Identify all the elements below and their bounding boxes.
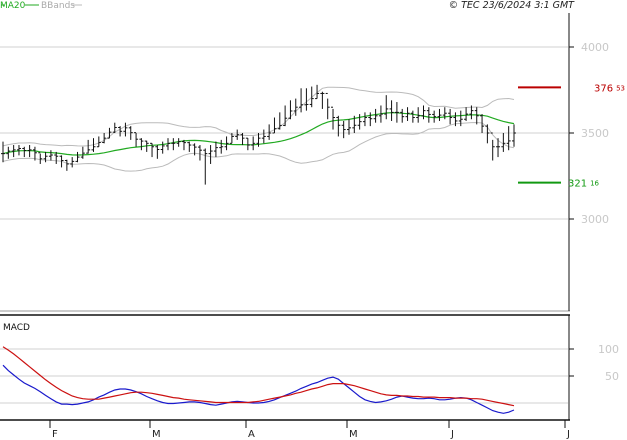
ohlc-bar [139, 138, 144, 151]
ohlc-bar [394, 102, 399, 123]
ohlc-bar [437, 108, 442, 121]
ohlc-bar [203, 148, 208, 185]
macd-y-axis: 50 100 [569, 343, 619, 383]
price-tick-label: 3000 [581, 213, 609, 226]
ohlc-bar [357, 114, 362, 130]
ohlc-bar [464, 107, 469, 121]
support-label: 321 16 [568, 179, 600, 190]
ohlc-bar [346, 119, 351, 135]
ohlc-bar [75, 151, 80, 163]
price-tick-label: 3500 [581, 127, 609, 140]
ohlc-bar [304, 88, 309, 111]
ohlc-bar [155, 145, 160, 159]
ohlc-bars [1, 84, 516, 185]
ohlc-bar [400, 108, 405, 123]
ohlc-bar [1, 141, 5, 163]
ohlc-bar [123, 122, 128, 137]
ohlc-bar [86, 139, 91, 154]
ohlc-bar [490, 132, 495, 161]
ohlc-bar [421, 105, 426, 120]
macd-tick-label: 100 [598, 343, 619, 356]
ohlc-bar [96, 136, 101, 148]
ohlc-bar [171, 138, 176, 151]
ohlc-bar [48, 150, 53, 161]
x-tick-label: M [152, 429, 161, 440]
ohlc-bar [224, 136, 229, 151]
ohlc-bar [373, 108, 378, 123]
ohlc-bar [362, 112, 367, 127]
ohlc-bar [474, 107, 479, 125]
ohlc-bar [208, 145, 213, 164]
ohlc-bar [309, 86, 314, 108]
ohlc-bar [341, 120, 346, 139]
ohlc-bar [43, 151, 48, 163]
ohlc-bar [102, 133, 107, 144]
ohlc-bar [181, 139, 186, 151]
ohlc-bar [160, 141, 165, 154]
x-tick-label: A [248, 429, 255, 440]
ohlc-bar [187, 141, 192, 152]
legend-ma20: MA20 [0, 1, 26, 11]
ohlc-bar [277, 112, 282, 130]
x-axis: FMAMJJ [49, 420, 570, 440]
ohlc-bar [331, 106, 336, 130]
x-tick-label: J [450, 429, 454, 440]
x-tick-label: M [349, 429, 358, 440]
ohlc-bar [325, 92, 330, 120]
ohlc-bar [288, 100, 293, 120]
ohlc-bar [485, 124, 490, 144]
panel-frames [0, 13, 570, 421]
stock-chart: MA20 BBands © TEC 23/6/2024 3:1 GMT 3000… [0, 0, 625, 440]
price-tick-label: 4000 [581, 41, 609, 54]
bbands-lower-line [2, 121, 515, 172]
ohlc-bar [389, 100, 394, 121]
ohlc-bar [197, 145, 202, 161]
macd-gridlines [0, 348, 568, 404]
ohlc-bar [134, 132, 139, 147]
price-y-axis: 3000 3500 4000 [569, 41, 609, 226]
ohlc-bar [384, 95, 389, 120]
ohlc-bar [432, 110, 437, 123]
price-gridlines [0, 46, 568, 220]
ohlc-bar [320, 91, 325, 109]
resistance-label: 376 53 [594, 83, 625, 94]
macd-panel-label: MACD [3, 323, 30, 333]
legend-bbands: BBands [41, 1, 75, 11]
ohlc-bar [426, 107, 431, 123]
ohlc-bar [38, 152, 43, 164]
ohlc-bar [22, 146, 27, 158]
ohlc-bar [410, 110, 415, 123]
ohlc-bar [251, 136, 256, 151]
chart-header: MA20 BBands © TEC 23/6/2024 3:1 GMT [0, 0, 575, 11]
chart-credit: © TEC 23/6/2024 3:1 GMT [449, 0, 576, 11]
ohlc-bar [501, 133, 506, 152]
ohlc-bar [80, 146, 85, 159]
ohlc-bar [261, 129, 266, 144]
macd-line [2, 364, 515, 414]
x-tick-label: F [52, 429, 58, 440]
bollinger-bands [2, 86, 515, 172]
ohlc-bar [368, 112, 373, 127]
ohlc-bar [70, 157, 75, 168]
ohlc-bar [118, 126, 123, 137]
ohlc-bar [64, 159, 69, 171]
x-tick-label: J [566, 429, 570, 440]
ohlc-bar [512, 124, 516, 147]
ohlc-bar [299, 88, 304, 113]
macd-tick-label: 50 [605, 370, 619, 383]
ohlc-bar [213, 141, 218, 158]
ohlc-bar [219, 139, 224, 154]
